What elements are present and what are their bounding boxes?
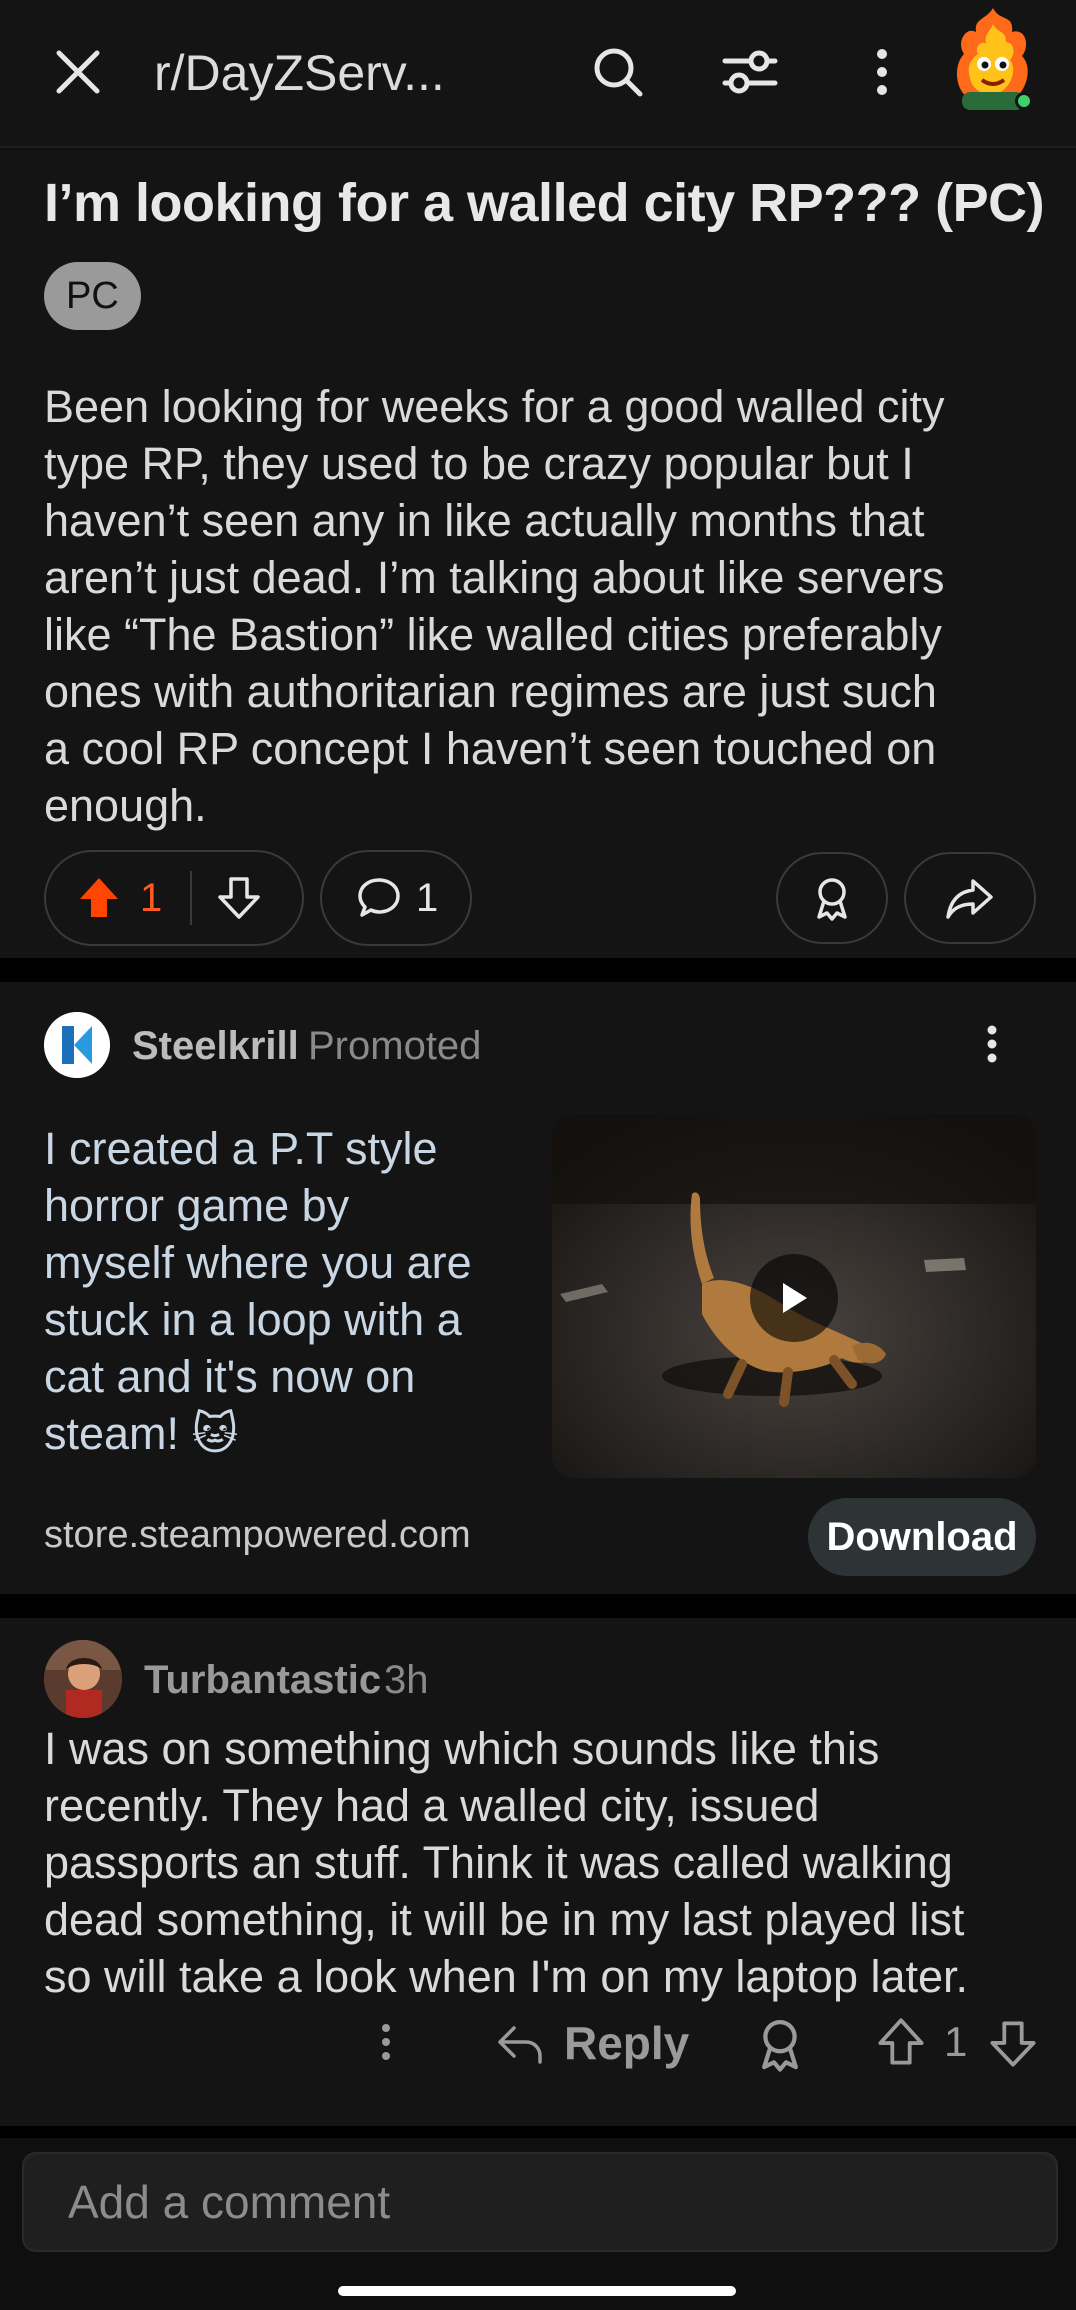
subreddit-title[interactable]: r/DayZServ... <box>154 44 445 102</box>
more-vertical-icon[interactable] <box>358 2014 414 2070</box>
vote-divider <box>190 871 193 925</box>
ad-headline-line: steam! 🐱 <box>44 1408 239 1459</box>
section-divider <box>0 1594 1076 1618</box>
ad-headline-line: myself where you are <box>44 1237 472 1288</box>
ad-headline[interactable]: I created a P.T style horror game by mys… <box>44 1120 544 1462</box>
comment-author[interactable]: Turbantastic <box>144 1658 381 1703</box>
ad-headline-line: horror game by <box>44 1180 350 1231</box>
promoted-label: Promoted <box>308 1024 482 1068</box>
award-button[interactable] <box>776 852 888 944</box>
section-divider <box>0 958 1076 982</box>
comment-body-line: I was on something which sounds like thi… <box>44 1723 880 1774</box>
post-body-line: like “The Bastion” like walled cities pr… <box>44 609 942 660</box>
upvote-count: 1 <box>140 875 163 920</box>
post-body-line: enough. <box>44 780 207 831</box>
ad-video-thumbnail[interactable] <box>552 1114 1036 1478</box>
comment-timestamp: 3h <box>384 1658 429 1702</box>
top-bar: r/DayZServ... <box>0 0 1076 148</box>
post-body-line: ones with authoritarian regimes are just… <box>44 666 937 717</box>
comment-author-avatar[interactable] <box>44 1640 122 1718</box>
post-body: Been looking for weeks for a good walled… <box>44 378 1044 834</box>
comment-body-line: so will take a look when I'm on my lapto… <box>44 1951 969 2002</box>
award-icon <box>817 878 847 921</box>
comment-body-line: dead something, it will be in my last pl… <box>44 1894 965 1945</box>
downvote-icon[interactable] <box>216 875 262 921</box>
vote-bar: 1 <box>44 850 304 946</box>
post-body-line: aren’t just dead. I’m talking about like… <box>44 552 945 603</box>
comment-composer: Add a comment <box>0 2138 1076 2310</box>
reply-icon[interactable] <box>494 2018 546 2070</box>
comment-body: I was on something which sounds like thi… <box>44 1720 1054 2005</box>
comment: Turbantastic 3h I was on something which… <box>0 1618 1076 2126</box>
promoted-post[interactable]: Steelkrill Promoted I created a P.T styl… <box>0 982 1076 1594</box>
share-icon <box>946 879 993 919</box>
filter-icon[interactable] <box>716 38 784 106</box>
comment-body-line: recently. They had a walled city, issued <box>44 1780 820 1831</box>
award-icon[interactable] <box>752 2016 808 2072</box>
more-vertical-icon[interactable] <box>848 38 916 106</box>
comment-count: 1 <box>416 875 439 920</box>
download-button[interactable]: Download <box>808 1498 1036 1576</box>
reply-button[interactable]: Reply <box>564 2016 689 2070</box>
post-body-line: type RP, they used to be crazy popular b… <box>44 438 914 489</box>
section-divider <box>0 2126 1076 2138</box>
downvote-icon[interactable] <box>988 2018 1038 2070</box>
post-body-line: a cool RP concept I haven’t seen touched… <box>44 723 937 774</box>
ad-headline-line: stuck in a loop with a <box>44 1294 462 1345</box>
ad-headline-line: cat and it's now on <box>44 1351 416 1402</box>
close-icon[interactable] <box>44 38 112 106</box>
add-comment-input[interactable]: Add a comment <box>22 2152 1058 2252</box>
share-button[interactable] <box>904 852 1036 944</box>
post-body-line: Been looking for weeks for a good walled… <box>44 381 945 432</box>
ad-headline-line: I created a P.T style <box>44 1123 438 1174</box>
post-flair[interactable]: PC <box>44 262 141 330</box>
advertiser-name[interactable]: Steelkrill <box>132 1024 299 1069</box>
ad-domain[interactable]: store.steampowered.com <box>44 1514 471 1557</box>
search-icon[interactable] <box>584 38 652 106</box>
comments-button[interactable]: 1 <box>320 850 472 946</box>
more-vertical-icon[interactable] <box>960 1012 1024 1076</box>
gesture-home-bar[interactable] <box>338 2286 736 2296</box>
post: I’m looking for a walled city RP??? (PC)… <box>0 150 1076 958</box>
play-icon[interactable] <box>750 1254 838 1342</box>
comment-vote-count: 1 <box>944 2018 968 2065</box>
comment-body-line: passports an stuff. Think it was called … <box>44 1837 953 1888</box>
advertiser-logo[interactable] <box>44 1012 110 1078</box>
online-status-dot <box>1015 92 1033 110</box>
upvote-icon[interactable] <box>76 875 122 921</box>
post-body-line: haven’t seen any in like actually months… <box>44 495 925 546</box>
post-title[interactable]: I’m looking for a walled city RP??? (PC) <box>44 172 1045 234</box>
comment-icon <box>358 878 400 917</box>
upvote-icon[interactable] <box>876 2016 926 2068</box>
